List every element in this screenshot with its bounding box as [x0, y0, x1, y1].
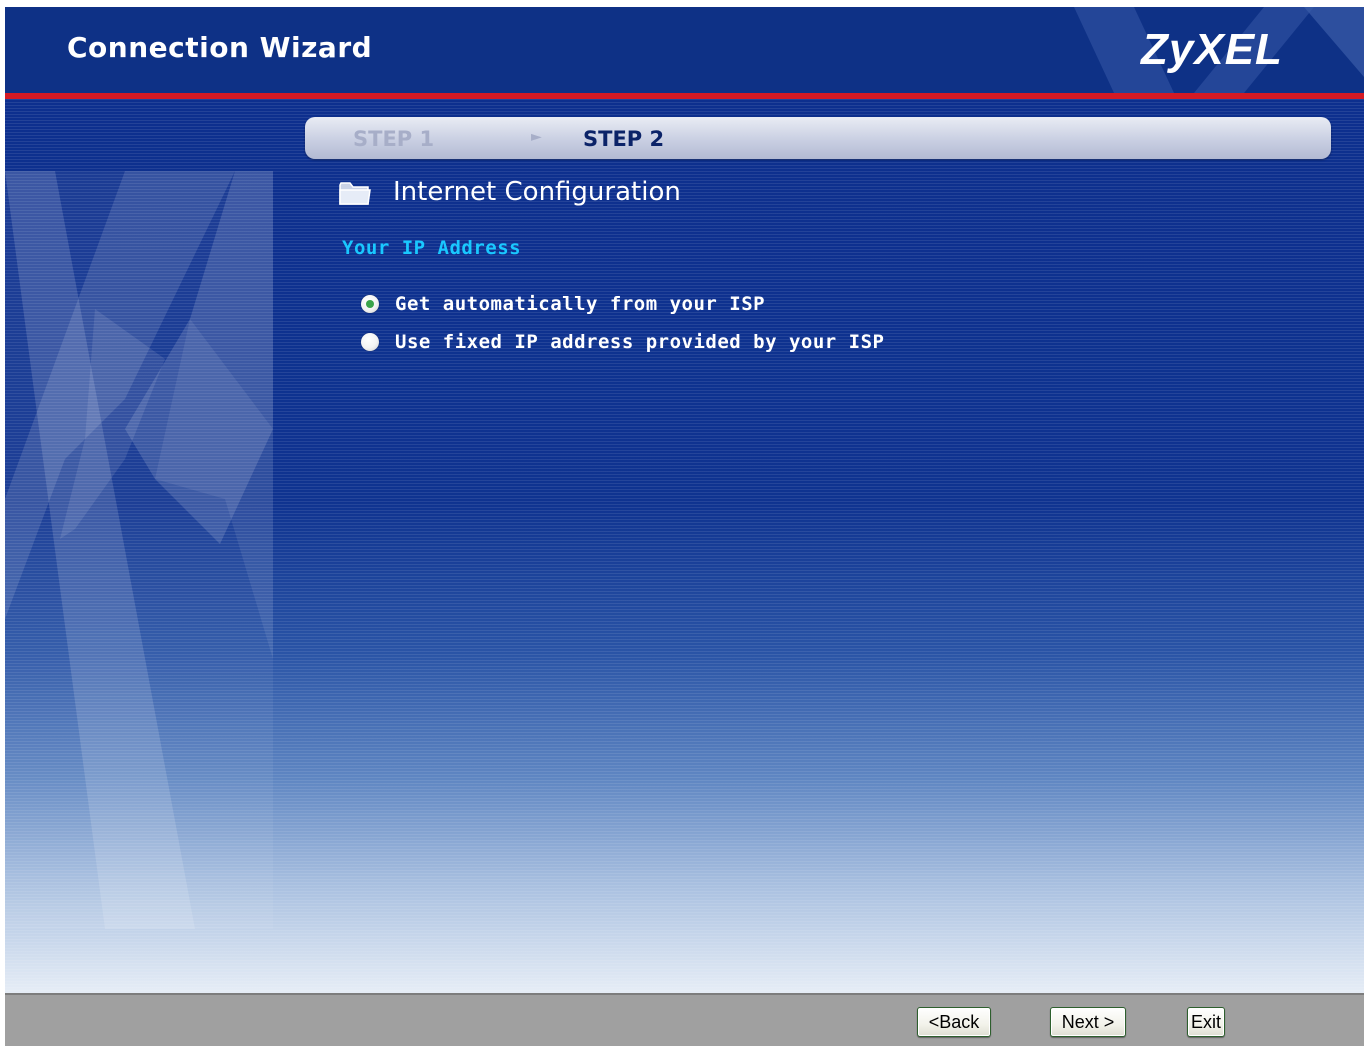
exit-button[interactable]: Exit: [1187, 1007, 1225, 1037]
next-button[interactable]: Next >: [1050, 1007, 1126, 1037]
radio-button-fixed-ip[interactable]: [361, 333, 379, 351]
footer-bar: <Back Next > Exit: [5, 993, 1364, 1046]
wizard-window: Connection Wizard ZyXEL STEP 1 ► STEP 2 …: [5, 7, 1364, 1046]
radio-button-automatic[interactable]: [361, 295, 379, 313]
back-button[interactable]: <Back: [917, 1007, 991, 1037]
page-title: Connection Wizard: [67, 31, 373, 64]
radio-label-fixed-ip[interactable]: Use fixed IP address provided by your IS…: [395, 331, 885, 353]
section-title: Internet Configuration: [393, 177, 681, 207]
zyxel-logo: ZyXEL: [1141, 25, 1283, 74]
content-panel: STEP 1 ► STEP 2 Internet Configuration Y…: [5, 99, 1364, 993]
step-2-label: STEP 2: [583, 127, 665, 151]
folder-icon: [339, 182, 371, 205]
radio-selected-dot: [366, 300, 374, 308]
decorative-x-graphic: [5, 171, 273, 929]
step-progress-bar: STEP 1 ► STEP 2: [305, 117, 1331, 159]
step-arrow-icon: ►: [531, 129, 542, 145]
radio-label-automatic[interactable]: Get automatically from your ISP: [395, 293, 765, 315]
step-1-label: STEP 1: [353, 127, 435, 151]
header-bar: Connection Wizard ZyXEL: [5, 7, 1364, 93]
ip-address-heading: Your IP Address: [342, 237, 522, 259]
